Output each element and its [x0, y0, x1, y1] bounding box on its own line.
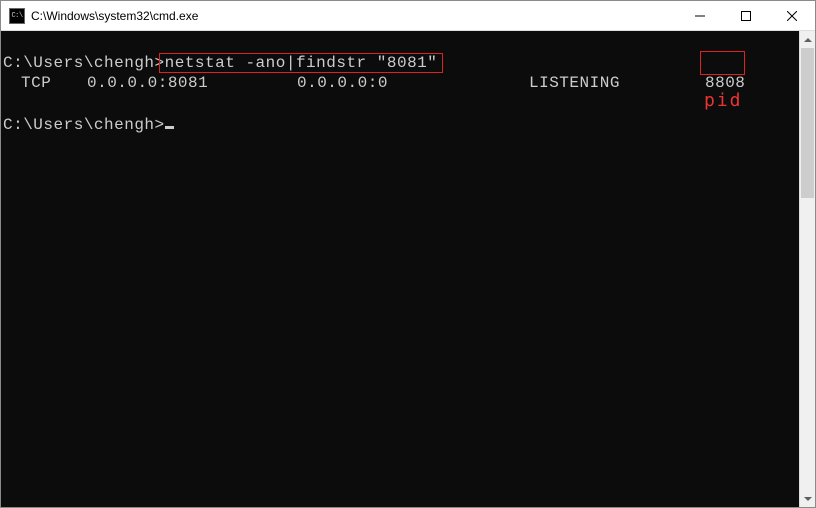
window-controls [677, 1, 815, 30]
netstat-output-row: TCP0.0.0.0:80810.0.0.0:0LISTENING8808 [3, 73, 799, 93]
scroll-down-button[interactable] [800, 490, 815, 507]
command-text: netstat -ano|findstr "8081" [165, 54, 438, 72]
cursor [165, 113, 175, 129]
col-state: LISTENING [529, 73, 705, 93]
titlebar[interactable]: C:\ C:\Windows\system32\cmd.exe [1, 1, 815, 31]
col-local-addr: 0.0.0.0:8081 [87, 73, 297, 93]
minimize-button[interactable] [677, 1, 723, 30]
col-proto: TCP [3, 73, 87, 93]
close-button[interactable] [769, 1, 815, 30]
scroll-up-button[interactable] [800, 31, 815, 48]
vertical-scrollbar[interactable] [799, 31, 815, 507]
prompt: C:\Users\chengh> [3, 116, 165, 134]
pid-annotation-label: pid [704, 91, 743, 111]
terminal-area: C:\Users\chengh>netstat -ano|findstr "80… [1, 31, 815, 507]
window-title: C:\Windows\system32\cmd.exe [31, 9, 677, 23]
cmd-icon: C:\ [9, 8, 25, 24]
col-foreign-addr: 0.0.0.0:0 [297, 73, 529, 93]
maximize-button[interactable] [723, 1, 769, 30]
terminal[interactable]: C:\Users\chengh>netstat -ano|findstr "80… [1, 31, 799, 507]
prompt: C:\Users\chengh> [3, 54, 165, 72]
cmd-window: C:\ C:\Windows\system32\cmd.exe C:\Users… [0, 0, 816, 508]
scrollbar-thumb[interactable] [801, 48, 814, 198]
